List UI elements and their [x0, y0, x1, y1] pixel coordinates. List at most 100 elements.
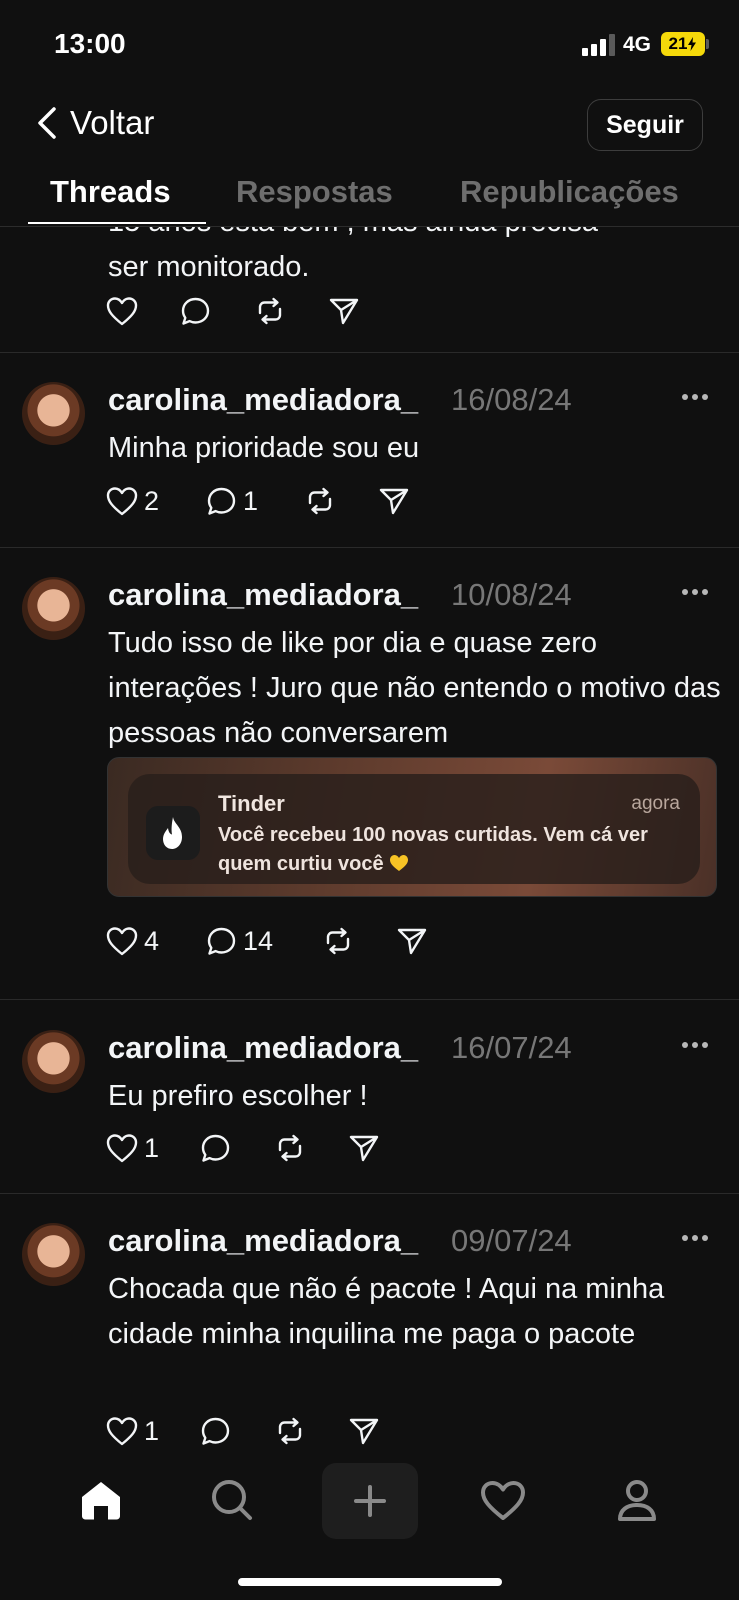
- notification-app-name: Tinder: [218, 791, 285, 816]
- heart-icon: [106, 1417, 138, 1446]
- tab-respostas[interactable]: Respostas: [236, 174, 393, 210]
- like-button[interactable]: 4: [106, 923, 159, 959]
- more-options-icon[interactable]: [682, 1235, 710, 1243]
- home-icon: [82, 1482, 120, 1520]
- battery-level: 21: [668, 34, 688, 53]
- like-count: 4: [144, 925, 160, 956]
- post-date: 09/07/24: [451, 1223, 572, 1258]
- repost-icon: [278, 1417, 302, 1445]
- post-date: 16/07/24: [451, 1030, 572, 1065]
- cellular-signal-icon: [582, 34, 616, 56]
- post-divider: [0, 547, 739, 548]
- tab-republicacoes[interactable]: Republicações: [460, 174, 679, 210]
- status-bar: 13:00 4G 21: [0, 0, 739, 88]
- repost-button[interactable]: [274, 1413, 306, 1449]
- back-button[interactable]: Voltar: [36, 100, 154, 146]
- active-tab-indicator: [28, 222, 206, 224]
- post-image[interactable]: Tinder agora Você recebeu 100 novas curt…: [107, 757, 717, 897]
- send-icon: [349, 1135, 379, 1162]
- avatar[interactable]: [22, 382, 85, 445]
- repost-button[interactable]: [254, 293, 286, 329]
- tinder-flame-icon: [146, 806, 200, 860]
- like-button[interactable]: [106, 293, 138, 329]
- search-icon: [212, 1480, 252, 1520]
- post-text: Minha prioridade sou eu: [108, 432, 420, 464]
- share-button[interactable]: [328, 293, 360, 329]
- like-button[interactable]: 2: [106, 483, 159, 519]
- nav-home[interactable]: [61, 1460, 141, 1540]
- send-icon: [379, 488, 409, 515]
- send-icon: [329, 298, 359, 325]
- reply-count: 1: [243, 485, 259, 516]
- status-time: 13:00: [54, 28, 126, 59]
- avatar[interactable]: [22, 1030, 85, 1093]
- tab-threads[interactable]: Threads: [50, 174, 171, 210]
- more-options-icon[interactable]: [682, 1042, 710, 1050]
- nav-profile[interactable]: [597, 1460, 677, 1540]
- post-username[interactable]: carolina_mediadora_: [108, 577, 418, 613]
- network-type: 4G: [623, 33, 652, 56]
- post-text: Tudo isso de like por dia e quase zero i…: [108, 627, 721, 749]
- heart-icon: [106, 927, 138, 956]
- send-icon: [349, 1418, 379, 1445]
- heart-icon: [106, 487, 138, 516]
- reply-button[interactable]: [180, 293, 211, 329]
- bottom-navigation: [0, 1460, 739, 1600]
- share-button[interactable]: [348, 1413, 380, 1449]
- tabs-divider: [0, 226, 739, 227]
- previous-post-cut-line: 15 anos está bem , mas ainda precisa: [108, 227, 708, 245]
- heart-icon: [481, 1481, 525, 1520]
- reply-count: 14: [243, 925, 274, 956]
- like-count: 1: [144, 1415, 160, 1446]
- like-button[interactable]: 1: [106, 1413, 159, 1449]
- nav-create[interactable]: [322, 1463, 418, 1539]
- post-date: 10/08/24: [451, 577, 572, 612]
- chevron-left-icon: [38, 107, 56, 139]
- threads-profile-screen: 13:00 4G 21 Voltar Seguir Threads Respos…: [0, 0, 739, 1600]
- battery-nub: [706, 39, 709, 49]
- plus-icon: [354, 1485, 386, 1517]
- post-text: Eu prefiro escolher !: [108, 1080, 368, 1112]
- repost-icon: [308, 487, 332, 515]
- more-options-icon[interactable]: [682, 589, 710, 597]
- avatar[interactable]: [22, 1223, 85, 1286]
- charging-bolt-icon: [688, 37, 697, 51]
- home-indicator: [238, 1578, 502, 1586]
- nav-search[interactable]: [192, 1460, 272, 1540]
- threads-feed[interactable]: 15 anos está bem , mas ainda precisa ser…: [0, 227, 739, 1460]
- post-username[interactable]: carolina_mediadora_: [108, 1030, 418, 1066]
- send-icon: [397, 928, 427, 955]
- reply-button[interactable]: 14: [206, 923, 273, 959]
- post-divider: [0, 352, 739, 353]
- notification-message-text: Você recebeu 100 novas curtidas. Vem cá …: [218, 824, 648, 875]
- battery-icon: 21: [661, 32, 705, 56]
- repost-icon: [326, 927, 350, 955]
- nav-activity[interactable]: [463, 1460, 543, 1540]
- previous-post-text: 15 anos está bem , mas ainda precisa ser…: [108, 227, 708, 290]
- notification-message: Você recebeu 100 novas curtidas. Vem cá …: [218, 821, 678, 879]
- avatar[interactable]: [22, 577, 85, 640]
- reply-button[interactable]: [200, 1130, 231, 1166]
- share-button[interactable]: [348, 1130, 380, 1166]
- repost-icon: [278, 1134, 302, 1162]
- like-button[interactable]: 1: [106, 1130, 159, 1166]
- post-divider: [0, 999, 739, 1000]
- reply-button[interactable]: [200, 1413, 231, 1449]
- notification-time: agora: [631, 793, 680, 814]
- heart-icon: [106, 1134, 138, 1163]
- repost-icon: [258, 297, 282, 325]
- follow-button[interactable]: Seguir: [587, 99, 703, 151]
- comment-icon: [207, 927, 236, 955]
- share-button[interactable]: [396, 923, 428, 959]
- repost-button[interactable]: [304, 483, 336, 519]
- post-text: Chocada que não é pacote ! Aqui na minha…: [108, 1273, 665, 1350]
- reply-button[interactable]: 1: [206, 483, 258, 519]
- repost-button[interactable]: [322, 923, 354, 959]
- share-button[interactable]: [378, 483, 410, 519]
- yellow-heart-icon: [390, 855, 409, 871]
- repost-button[interactable]: [274, 1130, 306, 1166]
- profile-tabs: Threads Respostas Republicações: [0, 168, 739, 226]
- post-username[interactable]: carolina_mediadora_: [108, 1223, 418, 1259]
- post-username[interactable]: carolina_mediadora_: [108, 382, 418, 418]
- more-options-icon[interactable]: [682, 394, 710, 402]
